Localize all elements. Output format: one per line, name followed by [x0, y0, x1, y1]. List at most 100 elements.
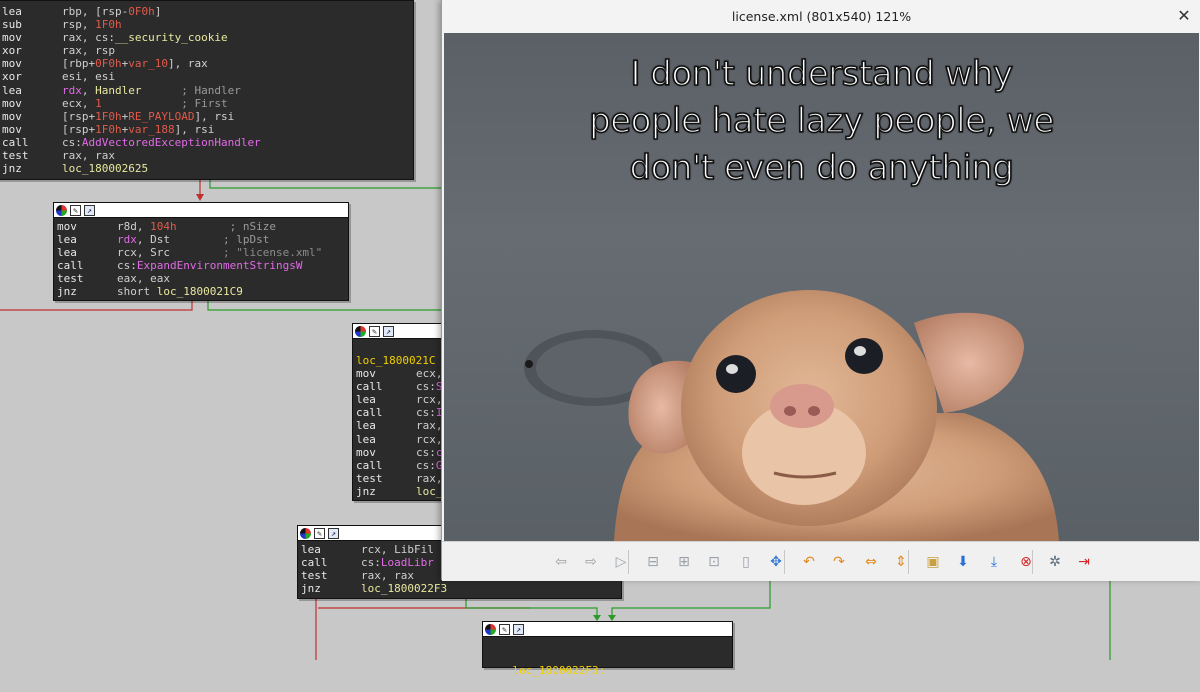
block-titlebar: ✎ ↗ — [483, 622, 732, 637]
operands: cs:G — [416, 458, 443, 472]
block-code: mov r8d, 104h ; nSize lea rdx, Dst ; lpDst l… — [54, 218, 348, 301]
instruction-line[interactable]: mov [rsp+1F0h+RE_PAYLOAD], rsi — [2, 110, 410, 123]
edge-green-right — [207, 300, 445, 311]
operands: [rsp+1F0h+RE_PAYLOAD], rsi — [62, 109, 235, 123]
exit-icon[interactable]: ⇥ — [1075, 553, 1093, 571]
instruction-line[interactable]: call cs:ExpandEnvironmentStringsW — [57, 259, 345, 272]
instruction-line[interactable]: lea rdx, Handler ; Handler — [2, 84, 410, 97]
instruction-line[interactable]: lea rdx, Dst ; lpDst — [57, 233, 345, 246]
instruction-line[interactable]: mov ecx, 1 ; First — [2, 97, 410, 110]
viewer-toolbar: ⇦ ⇨ ▷ ⊟ ⊞ ⊡ ▯ ✥ ↶ ↷ ⇔ ⇕ ▣ ⬇ ⤓ ⊗ ✲ ⇥ — [442, 541, 1200, 581]
delete-icon[interactable]: ⊗ — [1017, 553, 1035, 571]
color-picker-icon[interactable] — [355, 325, 366, 337]
instruction-line[interactable]: mov rax, cs:__security_cookie — [2, 31, 410, 44]
basic-block-loc-1800021c9[interactable]: ✎ ↗ loc_1800021C mov ecx, call cs:S lea rcx, ca… — [352, 323, 449, 501]
instruction-line[interactable]: xor esi, esi — [2, 70, 410, 83]
operands: rax, cs:__security_cookie — [62, 31, 228, 45]
edge-green-loadlib — [465, 597, 598, 620]
viewer-titlebar[interactable]: license.xml (801x540) 121% ✕ — [442, 0, 1200, 33]
instruction-line[interactable]: sub rsp, 1F0h — [2, 18, 410, 31]
instruction-line[interactable]: call cs:G — [356, 459, 445, 472]
zoom-in-icon[interactable]: ⊞ — [675, 553, 693, 571]
operands: rcx, — [416, 393, 443, 407]
operands: rax, rsp — [62, 44, 115, 58]
instruction-line[interactable]: jnz loc_ — [356, 485, 445, 498]
mnemonic: lea — [356, 432, 376, 446]
fullscreen-icon[interactable]: ✥ — [767, 553, 785, 571]
basic-block-prologue[interactable]: lea rbp, [rsp-0F0h] sub rsp, 1F0h mov rax, cs… — [0, 0, 414, 180]
instruction-line[interactable]: mov r8d, 104h ; nSize — [57, 220, 345, 233]
operands: rbp, [rsp-0F0h] — [62, 5, 162, 18]
instruction-line[interactable]: lea rcx, — [356, 393, 445, 406]
fit-window-icon[interactable]: ⊡ — [705, 553, 723, 571]
close-icon[interactable]: ✕ — [1177, 8, 1191, 24]
instruction-line[interactable]: mov cs:c — [356, 446, 445, 459]
flip-horizontal-icon[interactable]: ⇔ — [862, 553, 880, 571]
color-picker-icon[interactable] — [56, 204, 67, 216]
operands: [rbp+0F0h+var_10], rax — [62, 57, 208, 71]
block-code: lea rbp, [rsp-0F0h] sub rsp, 1F0h mov rax, cs… — [0, 1, 413, 177]
instruction-line[interactable]: lea rbp, [rsp-0F0h] — [2, 5, 410, 18]
edit-icon[interactable]: ✎ — [499, 623, 510, 635]
caption-line: I don't understand why — [630, 53, 1014, 95]
instruction-line[interactable]: test eax, eax — [57, 272, 345, 285]
operands: loc_ — [416, 484, 443, 498]
instruction-line[interactable]: xor rax, rsp — [2, 44, 410, 57]
caption-line: don't even do anything — [629, 147, 1015, 189]
instruction-line[interactable]: jnz loc_180002625 — [2, 162, 410, 175]
viewer-title: license.xml (801x540) 121% — [731, 9, 912, 24]
open-folder-icon[interactable]: ▣ — [924, 553, 942, 571]
operands: rax, rax — [361, 569, 414, 583]
instruction-line[interactable]: mov [rbp+0F0h+var_10], rax — [2, 57, 410, 70]
instruction-line[interactable]: jnz short loc_1800021C9 — [57, 285, 345, 298]
rotate-left-icon[interactable]: ↶ — [800, 553, 818, 571]
next-image-icon[interactable]: ⇨ — [582, 553, 600, 571]
image-viewer-window[interactable]: license.xml (801x540) 121% ✕ I don't und… — [441, 0, 1200, 581]
zoom-out-icon[interactable]: ⊟ — [644, 553, 662, 571]
operands: rdx, Handler ; Handler — [62, 83, 241, 97]
edit-icon[interactable]: ✎ — [70, 204, 81, 216]
instruction-line[interactable]: test rax, rax — [2, 149, 410, 162]
instruction-line[interactable]: jnz loc_1800022F3 — [301, 582, 618, 595]
edit-icon[interactable]: ✎ — [314, 527, 325, 539]
edge-red-left — [0, 300, 193, 311]
instruction-line[interactable]: test rax, — [356, 472, 445, 485]
basic-block-expand-env[interactable]: ✎ ↗ mov r8d, 104h ; nSize lea rdx, Dst ; lp… — [53, 202, 349, 301]
color-picker-icon[interactable] — [485, 623, 496, 635]
instruction-line[interactable]: mov [rsp+1F0h+var_188], rsi — [2, 123, 410, 136]
basic-block-loc-1800022f3[interactable]: ✎ ↗ loc_1800022F3: — [482, 621, 733, 677]
edit-icon[interactable]: ✎ — [369, 325, 380, 337]
block-label: loc_1800022F3: — [512, 664, 606, 678]
block-label: loc_1800021C — [356, 354, 436, 367]
mnemonic: call — [356, 380, 383, 394]
settings-icon[interactable]: ✲ — [1046, 553, 1064, 571]
mnemonic: mov — [2, 31, 22, 45]
block-code: loc_1800021C mov ecx, call cs:S lea rcx, call cs… — [353, 339, 448, 500]
actual-size-icon[interactable]: ▯ — [737, 553, 755, 571]
instruction-line[interactable]: lea rax, — [356, 419, 445, 432]
save-icon[interactable]: ⬇ — [954, 553, 972, 571]
mnemonic: lea — [57, 233, 77, 247]
graph-view-icon[interactable]: ↗ — [513, 623, 524, 635]
mnemonic: mov — [57, 220, 77, 233]
play-slideshow-icon[interactable]: ▷ — [612, 553, 630, 571]
instruction-line[interactable]: lea rcx, Src ; "license.xml" — [57, 246, 345, 259]
instruction-line[interactable]: call cs:AddVectoredExceptionHandler — [2, 136, 410, 149]
rotate-right-icon[interactable]: ↷ — [830, 553, 848, 571]
operands: eax, eax — [117, 272, 170, 286]
mnemonic: test — [2, 149, 29, 163]
mnemonic: mov — [356, 445, 376, 459]
previous-image-icon[interactable]: ⇦ — [552, 553, 570, 571]
instruction-line[interactable]: call cs:I — [356, 406, 445, 419]
graph-view-icon[interactable]: ↗ — [383, 325, 394, 337]
color-picker-icon[interactable] — [300, 527, 311, 539]
instruction-line[interactable]: mov ecx, — [356, 367, 445, 380]
graph-view-icon[interactable]: ↗ — [328, 527, 339, 539]
instruction-line[interactable]: call cs:S — [356, 380, 445, 393]
instruction-line[interactable]: lea rcx, — [356, 433, 445, 446]
operands: ecx, — [416, 367, 443, 381]
graph-view-icon[interactable]: ↗ — [84, 204, 95, 216]
flip-vertical-icon[interactable]: ⇕ — [892, 553, 910, 571]
save-as-icon[interactable]: ⤓ — [985, 553, 1003, 571]
dog-right-eye — [845, 338, 883, 374]
